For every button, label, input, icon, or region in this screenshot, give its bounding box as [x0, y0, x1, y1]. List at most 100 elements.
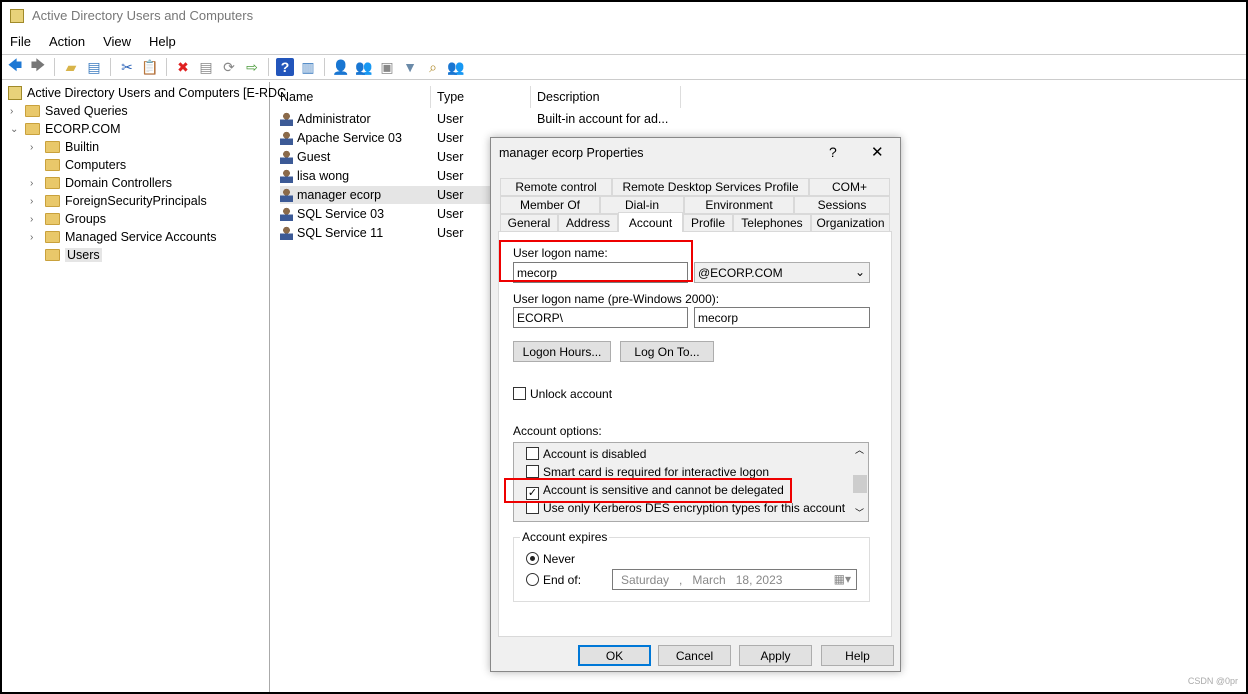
tree-item-label: ECORP.COM: [45, 122, 121, 136]
column-header-name[interactable]: Name: [280, 90, 313, 104]
expiry-date-picker[interactable]: Saturday, March 18, 2023 ▦▾: [612, 569, 857, 590]
account-expires-label: Account expires: [520, 530, 610, 544]
column-divider[interactable]: [530, 86, 531, 108]
forward-icon[interactable]: 🡆: [29, 57, 47, 76]
cell-name: Guest: [297, 150, 331, 164]
chevron-right-icon[interactable]: ›: [30, 178, 40, 189]
tab-environment[interactable]: Environment: [684, 196, 794, 214]
column-divider[interactable]: [430, 86, 431, 108]
properties-dialog: manager ecorp Properties ? ✕ User logon …: [490, 137, 901, 672]
end-of-radio[interactable]: End of:: [526, 573, 581, 587]
tab-remote-control[interactable]: Remote control: [500, 178, 612, 196]
account-option-checkbox[interactable]: Smart card is required for interactive l…: [526, 465, 769, 479]
account-option-checkbox[interactable]: Use only Kerberos DES encryption types f…: [526, 501, 845, 515]
cancel-button[interactable]: Cancel: [658, 645, 731, 666]
toolbar-separator: [166, 58, 167, 76]
chevron-right-icon[interactable]: ›: [10, 106, 20, 117]
ok-button[interactable]: OK: [578, 645, 651, 666]
new-user-icon[interactable]: 👤: [332, 58, 350, 76]
chevron-right-icon[interactable]: ›: [30, 214, 40, 225]
tree-root[interactable]: Active Directory Users and Computers [E-…: [8, 86, 286, 100]
never-radio[interactable]: Never: [526, 552, 575, 566]
find-icon[interactable]: ⌕: [424, 58, 442, 76]
account-option-checkbox[interactable]: Account is disabled: [526, 447, 646, 461]
options-scrollbar[interactable]: ︿ ﹀: [852, 443, 868, 521]
help-icon[interactable]: ?: [276, 58, 294, 76]
delete-icon[interactable]: ✖: [174, 58, 192, 76]
app-icon: [10, 8, 24, 23]
show-hide-tree-icon[interactable]: ▤: [85, 58, 103, 76]
scroll-thumb[interactable]: [853, 475, 867, 493]
tab-remote-desktop-services-profile[interactable]: Remote Desktop Services Profile: [612, 178, 809, 196]
menu-file[interactable]: File: [10, 34, 31, 49]
folder-icon: [45, 213, 60, 225]
new-ou-icon[interactable]: ▣: [378, 58, 396, 76]
column-header-description[interactable]: Description: [537, 90, 600, 104]
cell-type: User: [437, 188, 464, 202]
folder-icon: [45, 177, 60, 189]
tree-item[interactable]: › ForeignSecurityPrincipals: [30, 194, 207, 208]
new-group-icon[interactable]: 👥: [355, 58, 373, 76]
close-icon[interactable]: ✕: [871, 143, 884, 161]
apply-button[interactable]: Apply: [739, 645, 812, 666]
column-header-type[interactable]: Type: [437, 90, 464, 104]
tree-item[interactable]: › Managed Service Accounts: [30, 230, 216, 244]
account-option-label: Use only Kerberos DES encryption types f…: [543, 501, 846, 515]
scroll-up-icon[interactable]: ︿: [855, 443, 864, 456]
menu-help[interactable]: Help: [149, 34, 176, 49]
tab-profile[interactable]: Profile: [683, 214, 733, 232]
tree-item[interactable]: Users: [30, 248, 102, 262]
scroll-down-icon[interactable]: ﹀: [855, 506, 864, 519]
tree-item[interactable]: Computers: [30, 158, 126, 172]
pre2000-domain-input[interactable]: ECORP\: [513, 307, 688, 328]
filter-icon[interactable]: ▼: [401, 58, 419, 76]
tab-telephones[interactable]: Telephones: [733, 214, 811, 232]
chevron-right-icon[interactable]: ›: [30, 142, 40, 153]
unlock-account-checkbox[interactable]: Unlock account: [513, 387, 612, 401]
column-divider[interactable]: [680, 86, 681, 108]
tab-member-of[interactable]: Member Of: [500, 196, 600, 214]
pre2000-name-input[interactable]: mecorp: [694, 307, 870, 328]
tab-address[interactable]: Address: [558, 214, 618, 232]
cell-name: Administrator: [297, 112, 371, 126]
refresh-icon[interactable]: ⟳: [220, 58, 238, 76]
help-button[interactable]: Help: [821, 645, 894, 666]
user-icon: [280, 226, 293, 240]
export-list-icon[interactable]: ⇨: [243, 58, 261, 76]
chevron-right-icon[interactable]: ›: [30, 196, 40, 207]
help-button[interactable]: ?: [829, 144, 837, 160]
log-on-to-button[interactable]: Log On To...: [620, 341, 714, 362]
cut-icon[interactable]: ✂: [118, 58, 136, 76]
checkbox-icon[interactable]: [526, 465, 539, 478]
tab-general[interactable]: General: [500, 214, 558, 232]
account-tab-panel: User logon name: mecorp @ECORP.COM ⌄ User…: [498, 231, 892, 637]
toolbar-separator: [110, 58, 111, 76]
cell-description: Built-in account for ad...: [537, 112, 669, 126]
cell-name: Apache Service 03: [297, 131, 402, 145]
tree-item[interactable]: › Domain Controllers: [30, 176, 172, 190]
chevron-down-icon[interactable]: ⌄: [10, 124, 20, 135]
folder-icon: [45, 195, 60, 207]
checkbox-icon[interactable]: [526, 447, 539, 460]
logon-hours-button[interactable]: Logon Hours...: [513, 341, 611, 362]
properties-icon[interactable]: ▤: [197, 58, 215, 76]
tree-item[interactable]: › Builtin: [30, 140, 99, 154]
back-icon[interactable]: 🡄: [6, 57, 24, 76]
chevron-right-icon[interactable]: ›: [30, 232, 40, 243]
tab-organization[interactable]: Organization: [811, 214, 890, 232]
tree-item[interactable]: › Saved Queries: [10, 104, 128, 118]
tree-item-label: Builtin: [65, 140, 100, 154]
up-folder-icon[interactable]: ▰: [62, 58, 80, 76]
action-pane-icon[interactable]: ▥: [299, 58, 317, 76]
tab-com-[interactable]: COM+: [809, 178, 890, 196]
tree-item[interactable]: ⌄ ECORP.COM: [10, 122, 120, 136]
add-to-group-icon[interactable]: 👥: [447, 58, 465, 76]
cell-name: SQL Service 03: [297, 207, 385, 221]
tab-sessions[interactable]: Sessions: [794, 196, 890, 214]
menu-action[interactable]: Action: [49, 34, 85, 49]
menu-view[interactable]: View: [103, 34, 131, 49]
paste-icon[interactable]: 📋: [141, 58, 159, 76]
tab-account[interactable]: Account: [618, 212, 683, 232]
tree-item[interactable]: › Groups: [30, 212, 106, 226]
domain-select[interactable]: @ECORP.COM ⌄: [694, 262, 870, 283]
